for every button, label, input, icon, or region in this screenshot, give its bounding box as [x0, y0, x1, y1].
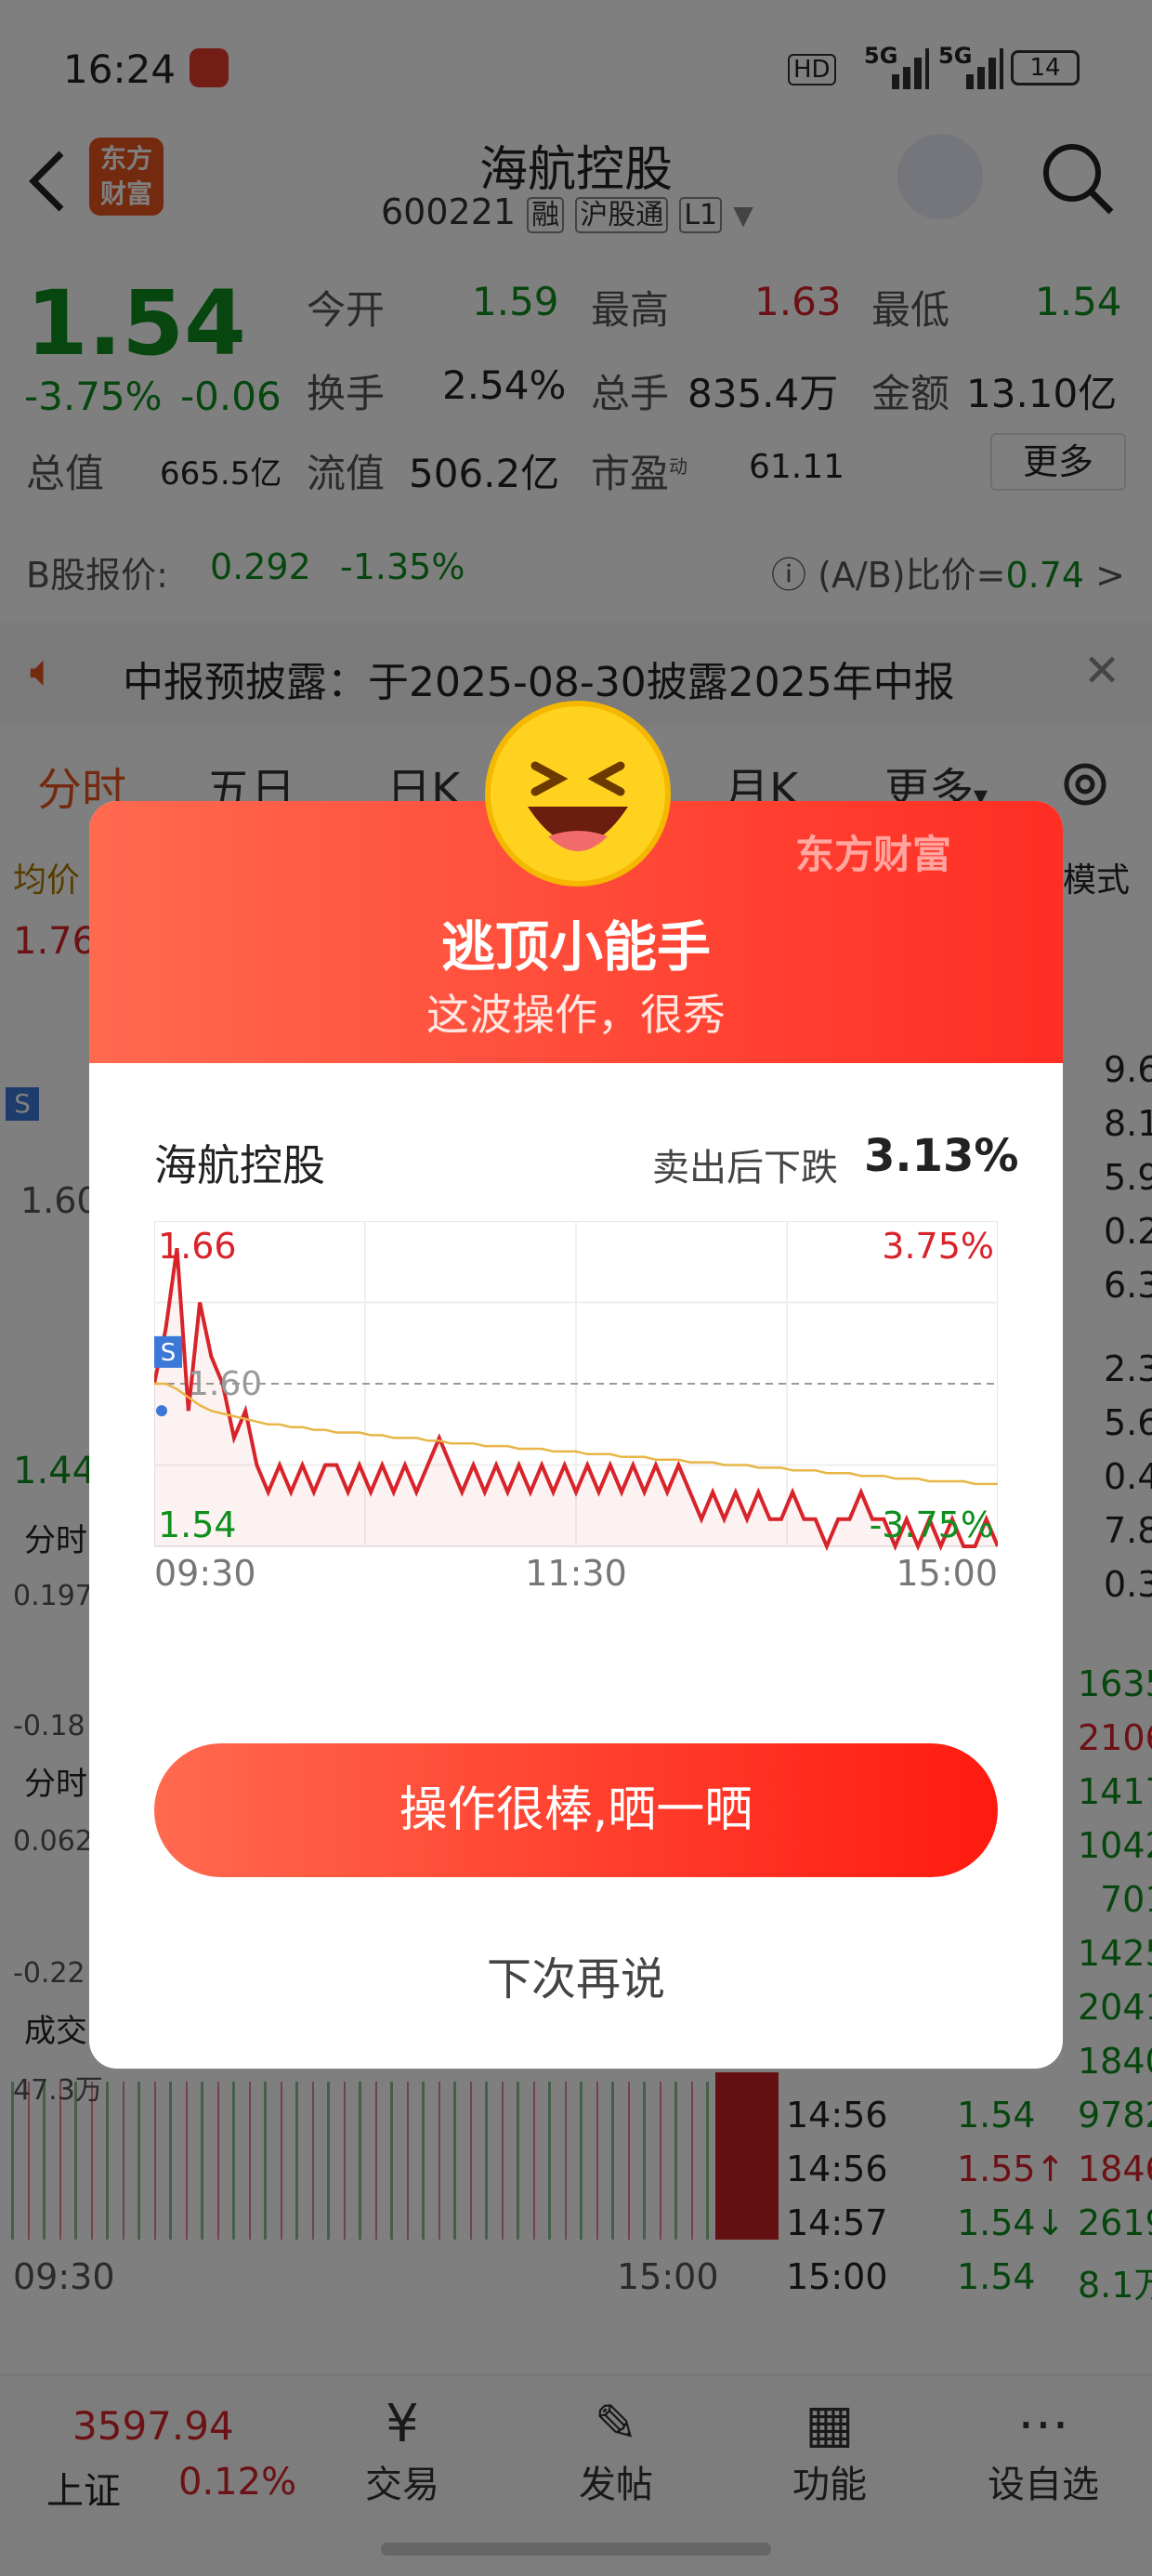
pct-min-label: -3.75%: [870, 1505, 994, 1545]
brand-watermark: 东方财富: [795, 832, 952, 877]
laughing-emoji-icon: [485, 701, 671, 887]
x-tick-label: 09:30: [154, 1553, 256, 1593]
y-mid-label: 1.60: [188, 1365, 262, 1403]
drop-label: 卖出后下跌: [652, 1147, 838, 1189]
share-button[interactable]: 操作很棒,晒一晒: [154, 1743, 998, 1877]
dialog-title: 逃顶小能手: [440, 915, 711, 979]
y-max-label: 1.66: [158, 1226, 237, 1267]
dialog-stock-name: 海航控股: [154, 1140, 325, 1190]
x-tick-label: 11:30: [525, 1553, 627, 1593]
x-tick-label: 15:00: [896, 1553, 998, 1593]
sell-point: [156, 1405, 167, 1417]
y-min-label: 1.54: [158, 1505, 237, 1545]
achievement-dialog: 东方财富 逃顶小能手 这波操作，很秀 海航控股 卖出后下跌 3.13% S 1.6…: [89, 801, 1063, 2069]
drop-value: 3.13%: [864, 1130, 1019, 1182]
sell-marker-label: S: [161, 1339, 177, 1367]
intraday-chart: S 1.66 3.75% 1.60 1.54 -3.75% 09:30 11:30 15:00: [154, 1221, 998, 1593]
later-button[interactable]: 下次再说: [89, 1942, 1063, 2007]
dialog-subtitle: 这波操作，很秀: [426, 990, 726, 1040]
pct-max-label: 3.75%: [882, 1226, 994, 1267]
